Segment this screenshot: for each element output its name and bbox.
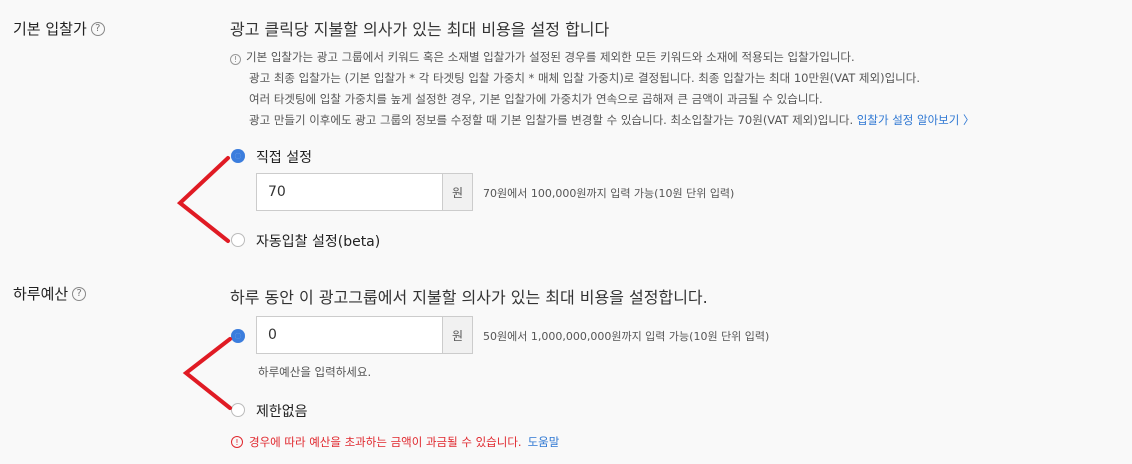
info-line: 광고 최종 입찰가는 (기본 입찰가 * 각 타겟팅 입찰 가중치 * 매체 입… [249, 71, 920, 85]
budget-amount-input[interactable] [256, 316, 442, 354]
bid-label-text: 기본 입찰가 [13, 20, 87, 38]
bid-hint: 70원에서 100,000원까지 입력 가능(10원 단위 입력) [483, 187, 735, 200]
bid-unit: 원 [442, 173, 473, 211]
budget-help-link[interactable]: 도움말 [528, 434, 560, 450]
budget-warning: ! 경우에 따라 예산을 초과하는 금액이 과금될 수 있습니다. 도움말 [231, 434, 559, 450]
bid-heading: 광고 클릭당 지불할 의사가 있는 최대 비용을 설정 합니다 [230, 20, 610, 39]
radio-budget-limit[interactable] [231, 329, 245, 343]
budget-warning-text: 경우에 따라 예산을 초과하는 금액이 과금될 수 있습니다. [249, 435, 522, 449]
budget-label: 하루예산 ? [13, 283, 87, 304]
help-icon[interactable]: ? [72, 286, 87, 301]
budget-input-hint: 하루예산을 입력하세요. [258, 365, 372, 379]
info-line: 광고 만들기 이후에도 광고 그룹의 정보를 수정할 때 기본 입찰가를 변경할… [249, 113, 975, 127]
radio-auto-bid-label[interactable]: 자동입찰 설정(beta) [256, 231, 380, 251]
radio-auto-bid[interactable] [231, 233, 245, 247]
help-icon[interactable]: ? [90, 21, 105, 36]
info-line: ! 기본 입찰가는 광고 그룹에서 키워드 혹은 소재별 입찰가가 설정된 경우를… [230, 47, 974, 68]
budget-label-text: 하루예산 [13, 285, 69, 303]
bid-amount-input[interactable] [256, 173, 442, 211]
bid-label: 기본 입찰가 ? [13, 18, 105, 39]
budget-amount-group: 원 [256, 316, 473, 354]
radio-budget-unlimited-label[interactable]: 제한없음 [256, 401, 308, 421]
info-line: 여러 타겟팅에 입찰 가중치를 높게 설정한 경우, 기본 입찰가에 가중치가 … [249, 92, 823, 106]
info-icon: ! [230, 54, 241, 65]
warning-icon: ! [231, 436, 243, 448]
budget-hint: 50원에서 1,000,000,000원까지 입력 가능(10원 단위 입력) [483, 330, 770, 343]
radio-manual-bid[interactable] [231, 149, 245, 163]
radio-budget-unlimited[interactable] [231, 403, 245, 417]
bid-amount-group: 원 [256, 173, 473, 211]
bid-info-block: ! 기본 입찰가는 광고 그룹에서 키워드 혹은 소재별 입찰가가 설정된 경우를… [230, 47, 974, 131]
budget-heading: 하루 동안 이 광고그룹에서 지불할 의사가 있는 최대 비용을 설정합니다. [230, 288, 708, 307]
bid-info-link[interactable]: 입찰가 설정 알아보기 〉 [857, 113, 975, 127]
budget-unit: 원 [442, 316, 473, 354]
annotation-chevron [176, 156, 230, 243]
annotation-chevron [182, 337, 232, 410]
radio-manual-bid-label[interactable]: 직접 설정 [256, 147, 312, 167]
